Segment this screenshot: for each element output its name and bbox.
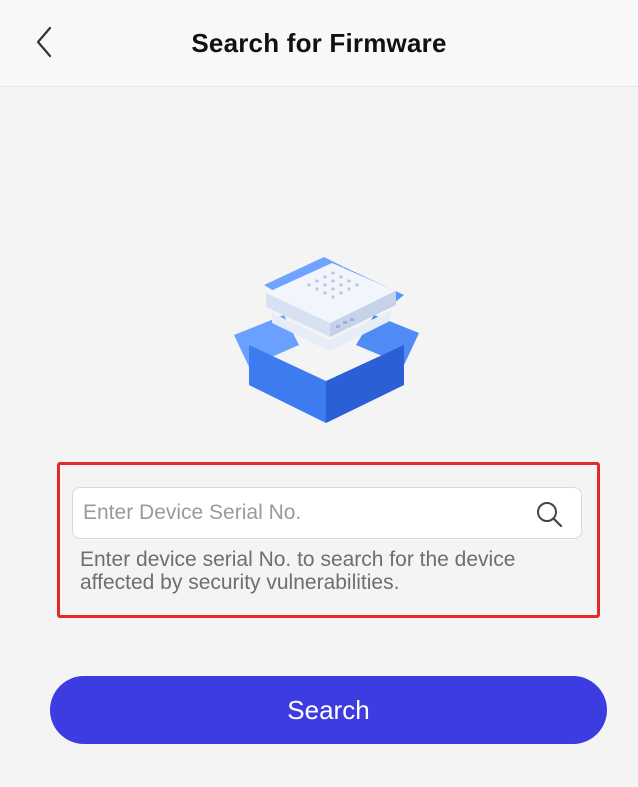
chevron-left-icon — [36, 26, 52, 58]
firmware-box-icon — [234, 257, 419, 423]
search-button[interactable]: Search — [50, 676, 607, 744]
page-title: Search for Firmware — [191, 28, 447, 58]
search-highlight-box — [57, 462, 600, 618]
firmware-search-screen: Search for Firmware Enter Device Serial … — [0, 0, 638, 787]
serial-number-input[interactable] — [83, 488, 513, 538]
firmware-box-illustration — [224, 245, 429, 425]
back-button[interactable] — [24, 20, 68, 64]
header-bar: Search for Firmware — [0, 0, 638, 87]
serial-search-field[interactable] — [72, 487, 582, 539]
search-hint-text: Enter device serial No. to search for th… — [80, 548, 516, 594]
search-icon[interactable] — [535, 500, 563, 528]
